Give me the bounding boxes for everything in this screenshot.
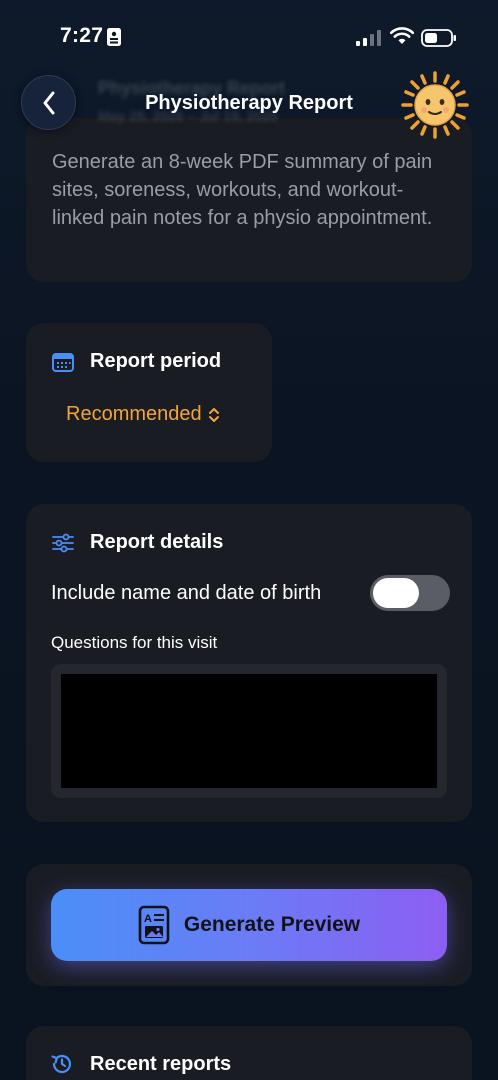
document-preview-icon: A — [138, 905, 170, 945]
status-bar: 7:27 — [0, 0, 498, 62]
svg-text:A: A — [144, 913, 152, 925]
questions-field-container — [51, 664, 447, 798]
history-clock-icon — [51, 1054, 72, 1074]
generate-preview-button[interactable]: A Generate Preview — [51, 889, 447, 961]
report-description: Generate an 8-week PDF summary of pain s… — [52, 151, 433, 229]
battery-icon — [421, 29, 456, 47]
back-button[interactable] — [21, 75, 76, 130]
report-period-card: Report period Recommended — [26, 323, 272, 462]
questions-input[interactable] — [61, 674, 437, 788]
recent-reports-label: Recent reports — [90, 1052, 232, 1075]
sliders-icon — [52, 533, 74, 552]
id-card-icon — [107, 28, 121, 46]
chevron-left-icon — [43, 91, 54, 114]
toggle-knob — [373, 578, 419, 608]
report-period-value: Recommended — [66, 403, 202, 425]
chevron-up-down-icon — [208, 407, 219, 422]
generate-preview-label: Generate Preview — [183, 913, 361, 936]
include-name-dob-label: Include name and date of birth — [51, 582, 322, 604]
questions-label: Questions for this visit — [51, 633, 218, 652]
report-details-card: Report details Include name and date of … — [26, 504, 472, 822]
recent-reports-card[interactable]: Recent reports — [26, 1026, 472, 1080]
report-details-header: Report details — [52, 531, 223, 554]
report-period-label: Report period — [90, 350, 222, 372]
generate-card: A Generate Preview — [26, 864, 472, 986]
report-period-picker[interactable]: Recommended — [66, 403, 220, 426]
wifi-icon — [390, 27, 414, 44]
report-period-header: Report period — [52, 350, 221, 373]
intro-card: Generate an 8-week PDF summary of pain s… — [26, 118, 472, 282]
calendar-icon — [52, 352, 74, 372]
status-time: 7:27 — [60, 24, 104, 47]
recent-reports-header: Recent reports — [50, 1052, 231, 1076]
sun-emoji-icon — [401, 71, 469, 139]
include-name-dob-toggle[interactable] — [370, 575, 450, 611]
physiotherapy-report-screen: 7:27 Generate an 8-week PDF summary of p… — [0, 0, 498, 1080]
report-details-label: Report details — [90, 531, 224, 553]
cellular-signal-icon — [356, 30, 381, 46]
